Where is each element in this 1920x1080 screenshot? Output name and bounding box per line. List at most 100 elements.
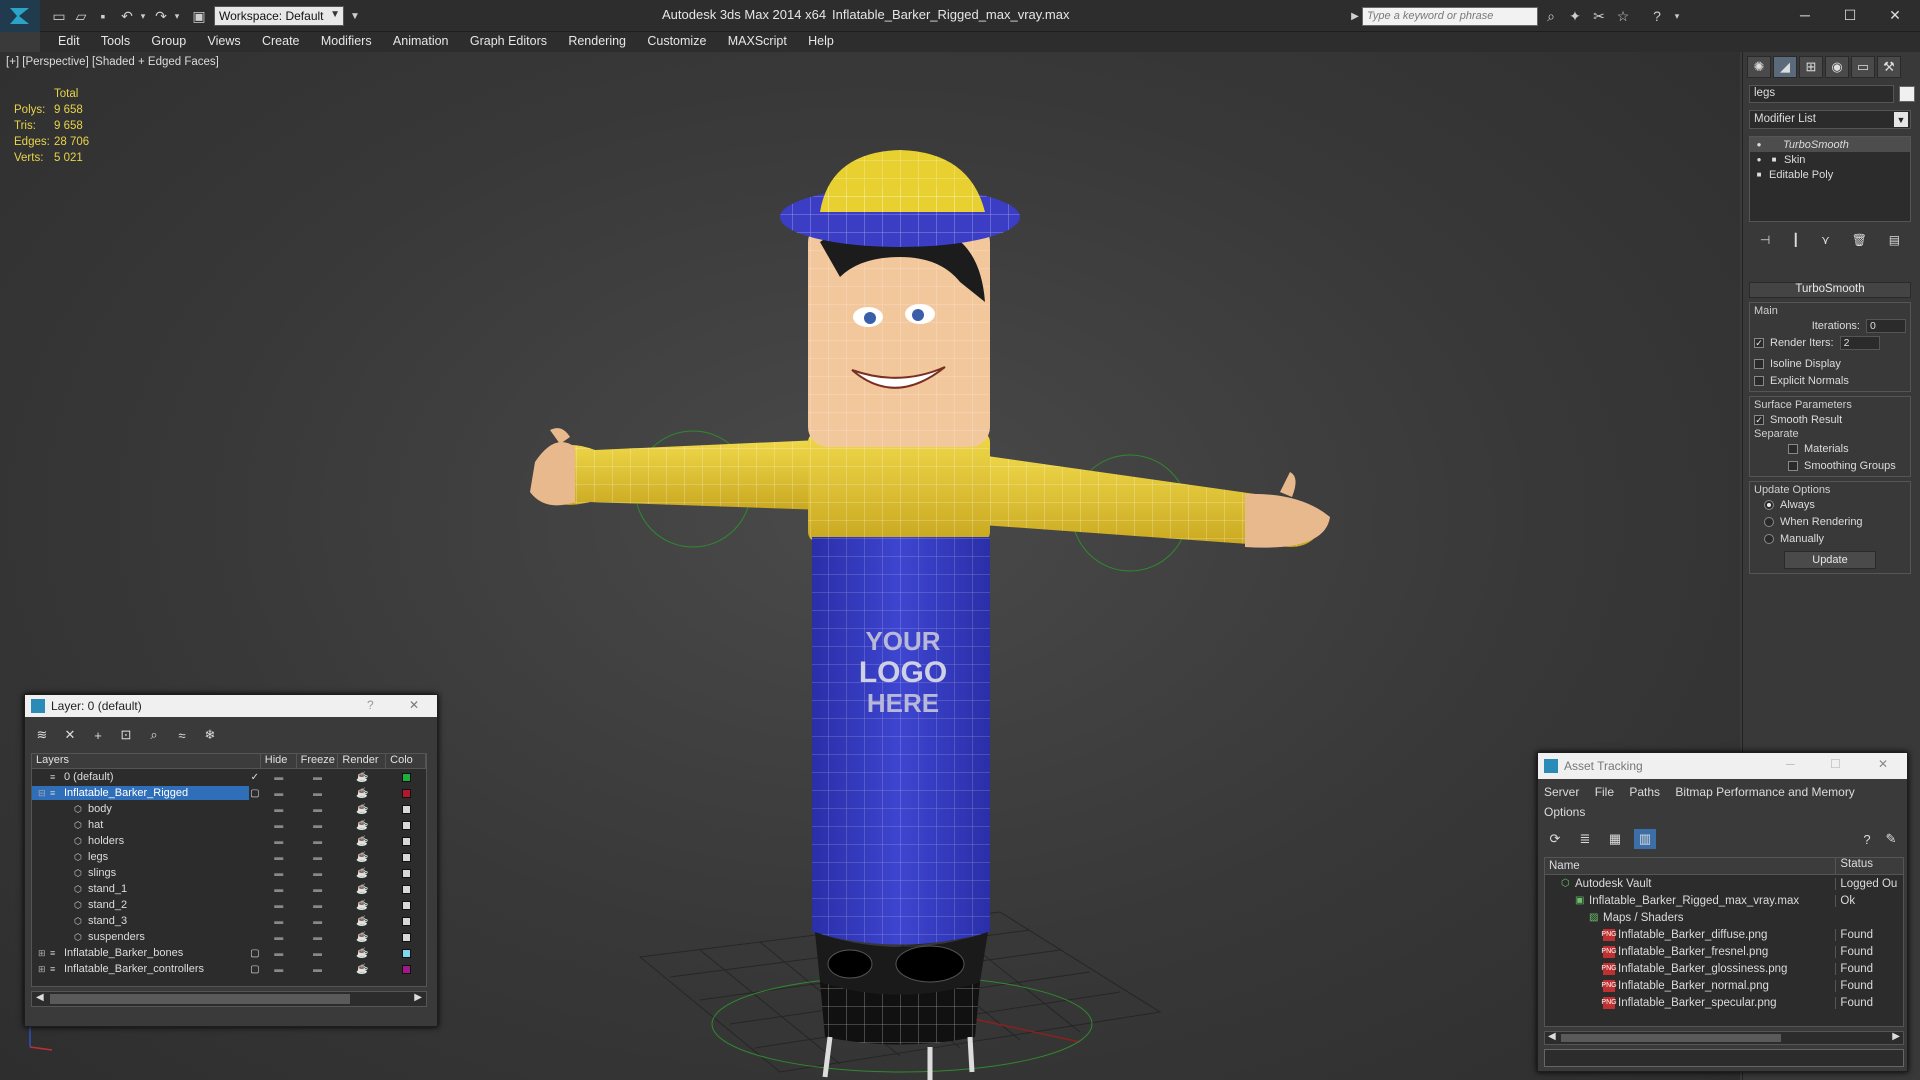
- render-teapot-icon[interactable]: ☕: [338, 884, 386, 895]
- modifier-list-dropdown[interactable]: Modifier List ▼: [1749, 110, 1911, 129]
- help-icon[interactable]: ?: [1648, 7, 1666, 25]
- hide-toggle[interactable]: ▬: [261, 916, 297, 926]
- layer-color-cell[interactable]: [386, 820, 426, 830]
- layer-row[interactable]: ⬡ stand_1 ▬ ▬ ☕: [32, 881, 426, 897]
- new-file-icon[interactable]: ▭: [50, 7, 68, 25]
- menu-rendering[interactable]: Rendering: [568, 34, 626, 48]
- layer-row[interactable]: ⬡ suspenders ▬ ▬ ☕: [32, 929, 426, 945]
- menu-group[interactable]: Group: [151, 34, 186, 48]
- hide-toggle[interactable]: ▬: [261, 964, 297, 974]
- explicit-normals-checkbox[interactable]: [1754, 375, 1764, 386]
- render-teapot-icon[interactable]: ☕: [338, 772, 386, 783]
- freeze-all-icon[interactable]: ❄: [199, 725, 221, 745]
- asset-menu-bitmap[interactable]: Bitmap Performance and Memory: [1675, 785, 1854, 799]
- asset-path-field[interactable]: [1544, 1049, 1904, 1067]
- layer-color-swatch[interactable]: [401, 900, 411, 910]
- expand-icon[interactable]: ⊞: [38, 948, 50, 959]
- layer-row[interactable]: ⬡ body ▬ ▬ ☕: [32, 801, 426, 817]
- hide-toggle[interactable]: ▬: [261, 820, 297, 830]
- stack-item-skin[interactable]: ● ■ Skin: [1750, 152, 1910, 167]
- save-icon[interactable]: ▪: [94, 7, 112, 25]
- asset-row[interactable]: ⬡ Autodesk Vault Logged Ou: [1545, 875, 1903, 892]
- configure-sets-icon[interactable]: ▤: [1889, 233, 1900, 247]
- current-layer-icon[interactable]: ✓: [249, 772, 261, 783]
- isoline-checkbox[interactable]: [1754, 358, 1764, 369]
- menu-help[interactable]: Help: [808, 34, 834, 48]
- freeze-toggle[interactable]: ▬: [297, 772, 339, 782]
- asset-row[interactable]: PNG Inflatable_Barker_specular.png Found: [1545, 994, 1903, 1011]
- asset-row[interactable]: ▨ Maps / Shaders: [1545, 909, 1903, 926]
- hide-toggle[interactable]: ▬: [261, 804, 297, 814]
- asset-row[interactable]: PNG Inflatable_Barker_diffuse.png Found: [1545, 926, 1903, 943]
- minimize-button[interactable]: ─: [1790, 4, 1820, 26]
- favorites-star-icon[interactable]: ☆: [1614, 7, 1632, 25]
- binoculars-icon[interactable]: ⌕: [1542, 7, 1560, 25]
- create-tab-icon[interactable]: ✺: [1747, 56, 1771, 78]
- layer-color-cell[interactable]: [386, 948, 426, 958]
- when-rendering-radio[interactable]: [1764, 516, 1774, 527]
- layer-color-cell[interactable]: [386, 916, 426, 926]
- smoothing-groups-checkbox[interactable]: [1788, 460, 1798, 471]
- render-teapot-icon[interactable]: ☕: [338, 916, 386, 927]
- menu-customize[interactable]: Customize: [647, 34, 706, 48]
- render-teapot-icon[interactable]: ☕: [338, 836, 386, 847]
- create-layer-icon[interactable]: ≋: [31, 725, 53, 745]
- layer-color-swatch[interactable]: [401, 772, 411, 782]
- pin-stack-icon[interactable]: ⊣: [1760, 233, 1770, 247]
- layer-color-swatch[interactable]: [401, 868, 411, 878]
- iterations-spinner[interactable]: 0: [1866, 318, 1906, 333]
- table-view-icon[interactable]: ▥: [1634, 829, 1656, 849]
- layer-color-swatch[interactable]: [401, 788, 411, 798]
- open-file-icon[interactable]: ▱: [72, 7, 90, 25]
- layer-horizontal-scrollbar[interactable]: ◀ ▶: [31, 991, 427, 1007]
- app-logo-icon[interactable]: [0, 0, 40, 32]
- modify-tab-icon[interactable]: ◢: [1773, 56, 1797, 78]
- expand-icon[interactable]: ⊟: [38, 788, 50, 799]
- undo-dropdown-icon[interactable]: ▾: [134, 7, 152, 25]
- communication-center-icon[interactable]: ✦: [1566, 7, 1584, 25]
- stack-item-editable-poly[interactable]: ■ Editable Poly: [1750, 167, 1910, 182]
- highlight-layer-icon[interactable]: ⌕: [143, 725, 165, 745]
- object-name-field[interactable]: legs: [1749, 85, 1894, 103]
- scroll-thumb[interactable]: [50, 994, 350, 1004]
- layer-row[interactable]: ⬡ slings ▬ ▬ ☕: [32, 865, 426, 881]
- asset-row[interactable]: PNG Inflatable_Barker_normal.png Found: [1545, 977, 1903, 994]
- freeze-toggle[interactable]: ▬: [297, 836, 339, 846]
- layer-color-cell[interactable]: [386, 852, 426, 862]
- layer-row[interactable]: ⊟ ≡ Inflatable_Barker_Rigged ▢ ▬ ▬ ☕: [32, 785, 426, 801]
- hide-toggle[interactable]: ▬: [261, 772, 297, 782]
- motion-tab-icon[interactable]: ◉: [1825, 56, 1849, 78]
- materials-checkbox[interactable]: [1788, 443, 1798, 454]
- layer-color-swatch[interactable]: [401, 804, 411, 814]
- help-icon[interactable]: ?: [367, 698, 374, 712]
- help-dropdown-icon[interactable]: ▾: [1668, 7, 1686, 25]
- render-iters-checkbox[interactable]: ✓: [1754, 337, 1764, 348]
- hide-toggle[interactable]: ▬: [261, 932, 297, 942]
- project-folder-icon[interactable]: ▣: [190, 7, 208, 25]
- current-layer-icon[interactable]: ▢: [249, 964, 261, 975]
- menu-tools[interactable]: Tools: [101, 34, 130, 48]
- stack-item-turbosmooth[interactable]: ● TurboSmooth: [1750, 137, 1910, 152]
- tools-icon[interactable]: ✂: [1590, 7, 1608, 25]
- col-hide[interactable]: Hide: [261, 754, 297, 768]
- render-teapot-icon[interactable]: ☕: [338, 852, 386, 863]
- asset-menu-options[interactable]: Options: [1544, 805, 1585, 819]
- asset-settings-icon[interactable]: ✎: [1880, 829, 1902, 849]
- render-teapot-icon[interactable]: ☕: [338, 932, 386, 943]
- layer-color-cell[interactable]: [386, 900, 426, 910]
- col-name[interactable]: Name: [1545, 858, 1835, 874]
- layer-row[interactable]: ≡ 0 (default) ✓ ▬ ▬ ☕: [32, 769, 426, 785]
- hide-toggle[interactable]: ▬: [261, 868, 297, 878]
- render-teapot-icon[interactable]: ☕: [338, 900, 386, 911]
- freeze-toggle[interactable]: ▬: [297, 964, 339, 974]
- asset-row[interactable]: PNG Inflatable_Barker_glossiness.png Found: [1545, 960, 1903, 977]
- freeze-toggle[interactable]: ▬: [297, 948, 339, 958]
- freeze-toggle[interactable]: ▬: [297, 884, 339, 894]
- menu-create[interactable]: Create: [262, 34, 300, 48]
- layer-row[interactable]: ⊞ ≡ Inflatable_Barker_bones ▢ ▬ ▬ ☕: [32, 945, 426, 961]
- scroll-right-icon[interactable]: ▶: [414, 992, 422, 1003]
- rollout-header[interactable]: TurboSmooth: [1749, 282, 1911, 298]
- redo-dropdown-icon[interactable]: ▾: [168, 7, 186, 25]
- scroll-left-icon[interactable]: ◀: [1548, 1031, 1556, 1042]
- list-view-icon[interactable]: ≣: [1574, 829, 1596, 849]
